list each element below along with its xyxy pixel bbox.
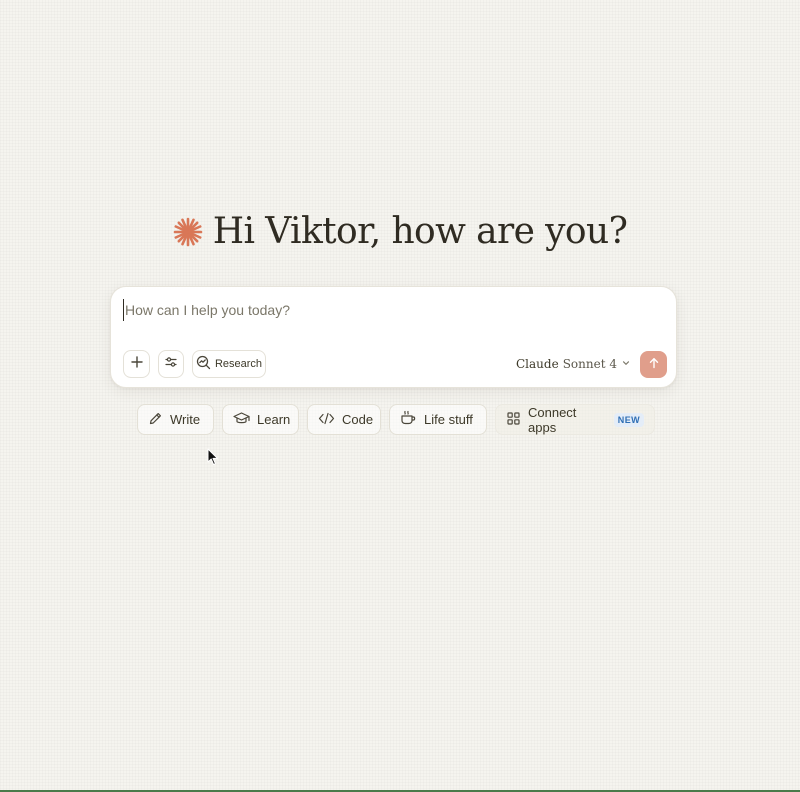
research-label: Research — [214, 358, 263, 370]
life-stuff-chip[interactable]: Life stuff — [389, 404, 487, 435]
greeting-title: Hi Viktor, how are you? — [212, 210, 628, 252]
send-button[interactable] — [640, 351, 667, 378]
sliders-icon — [164, 355, 178, 374]
page: Hi Viktor, how are you? How can I help y… — [0, 0, 800, 792]
learn-label: Learn — [257, 412, 291, 427]
quick-actions: Write Learn Code Life stuff Connect apps… — [137, 404, 655, 435]
write-chip[interactable]: Write — [137, 404, 214, 435]
pencil-icon — [148, 411, 163, 429]
chevron-down-icon — [621, 357, 631, 371]
write-label: Write — [170, 412, 201, 427]
spark-icon — [173, 217, 203, 247]
arrow-up-icon — [648, 357, 660, 372]
tools-button[interactable] — [158, 350, 184, 378]
model-name: Claude — [516, 357, 559, 371]
plus-icon — [130, 355, 144, 374]
mouse-pointer-icon — [207, 448, 219, 466]
add-button[interactable] — [123, 350, 150, 378]
greeting: Hi Viktor, how are you? — [0, 205, 800, 257]
model-selector[interactable]: Claude Sonnet 4 — [516, 350, 631, 378]
connect-apps-label: Connect apps — [528, 404, 577, 435]
message-input[interactable] — [123, 299, 645, 321]
code-icon — [318, 411, 335, 429]
code-label: Code — [342, 412, 374, 427]
apps-grid-icon — [506, 411, 521, 429]
research-button[interactable]: Research — [192, 350, 266, 378]
code-chip[interactable]: Code — [307, 404, 381, 435]
learn-chip[interactable]: Learn — [222, 404, 299, 435]
chat-composer: Research Claude Sonnet 4 — [110, 286, 677, 388]
coffee-cup-icon — [400, 410, 417, 429]
connect-apps-chip[interactable]: Connect apps NEW — [495, 404, 655, 435]
research-icon — [196, 355, 211, 373]
graduation-cap-icon — [233, 411, 250, 429]
model-version: Sonnet 4 — [562, 357, 617, 371]
life-stuff-label: Life stuff — [424, 412, 473, 427]
new-badge: NEW — [613, 412, 644, 427]
